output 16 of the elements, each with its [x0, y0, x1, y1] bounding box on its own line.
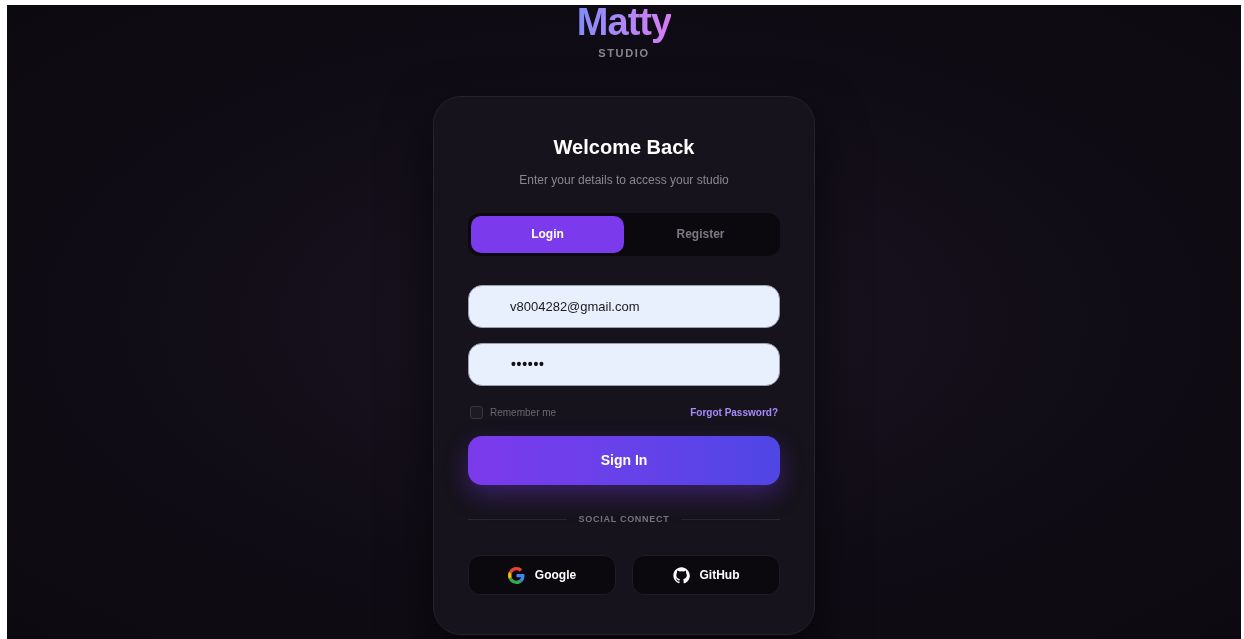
github-icon [672, 566, 690, 584]
email-field[interactable]: v8004282@gmail.com [468, 284, 780, 328]
forgot-password-link[interactable]: Forgot Password? [690, 404, 778, 420]
remember-checkbox[interactable] [470, 405, 483, 419]
logo-tagline: STUDIO [598, 46, 650, 61]
google-icon [507, 566, 525, 584]
password-field[interactable]: •••••• [468, 342, 780, 386]
card-subtitle: Enter your details to access your studio [518, 171, 730, 189]
google-button[interactable]: Google [468, 555, 616, 595]
sign-in-button[interactable]: Sign In [468, 435, 780, 485]
divider-label: SOCIAL CONNECT [578, 512, 670, 526]
card-title: Welcome Back [552, 134, 696, 159]
github-button[interactable]: GitHub [632, 555, 780, 595]
auth-tab[interactable]: Login [471, 215, 624, 253]
remember-label: Remember me [490, 405, 557, 420]
auth-tab[interactable]: Register [624, 215, 777, 253]
